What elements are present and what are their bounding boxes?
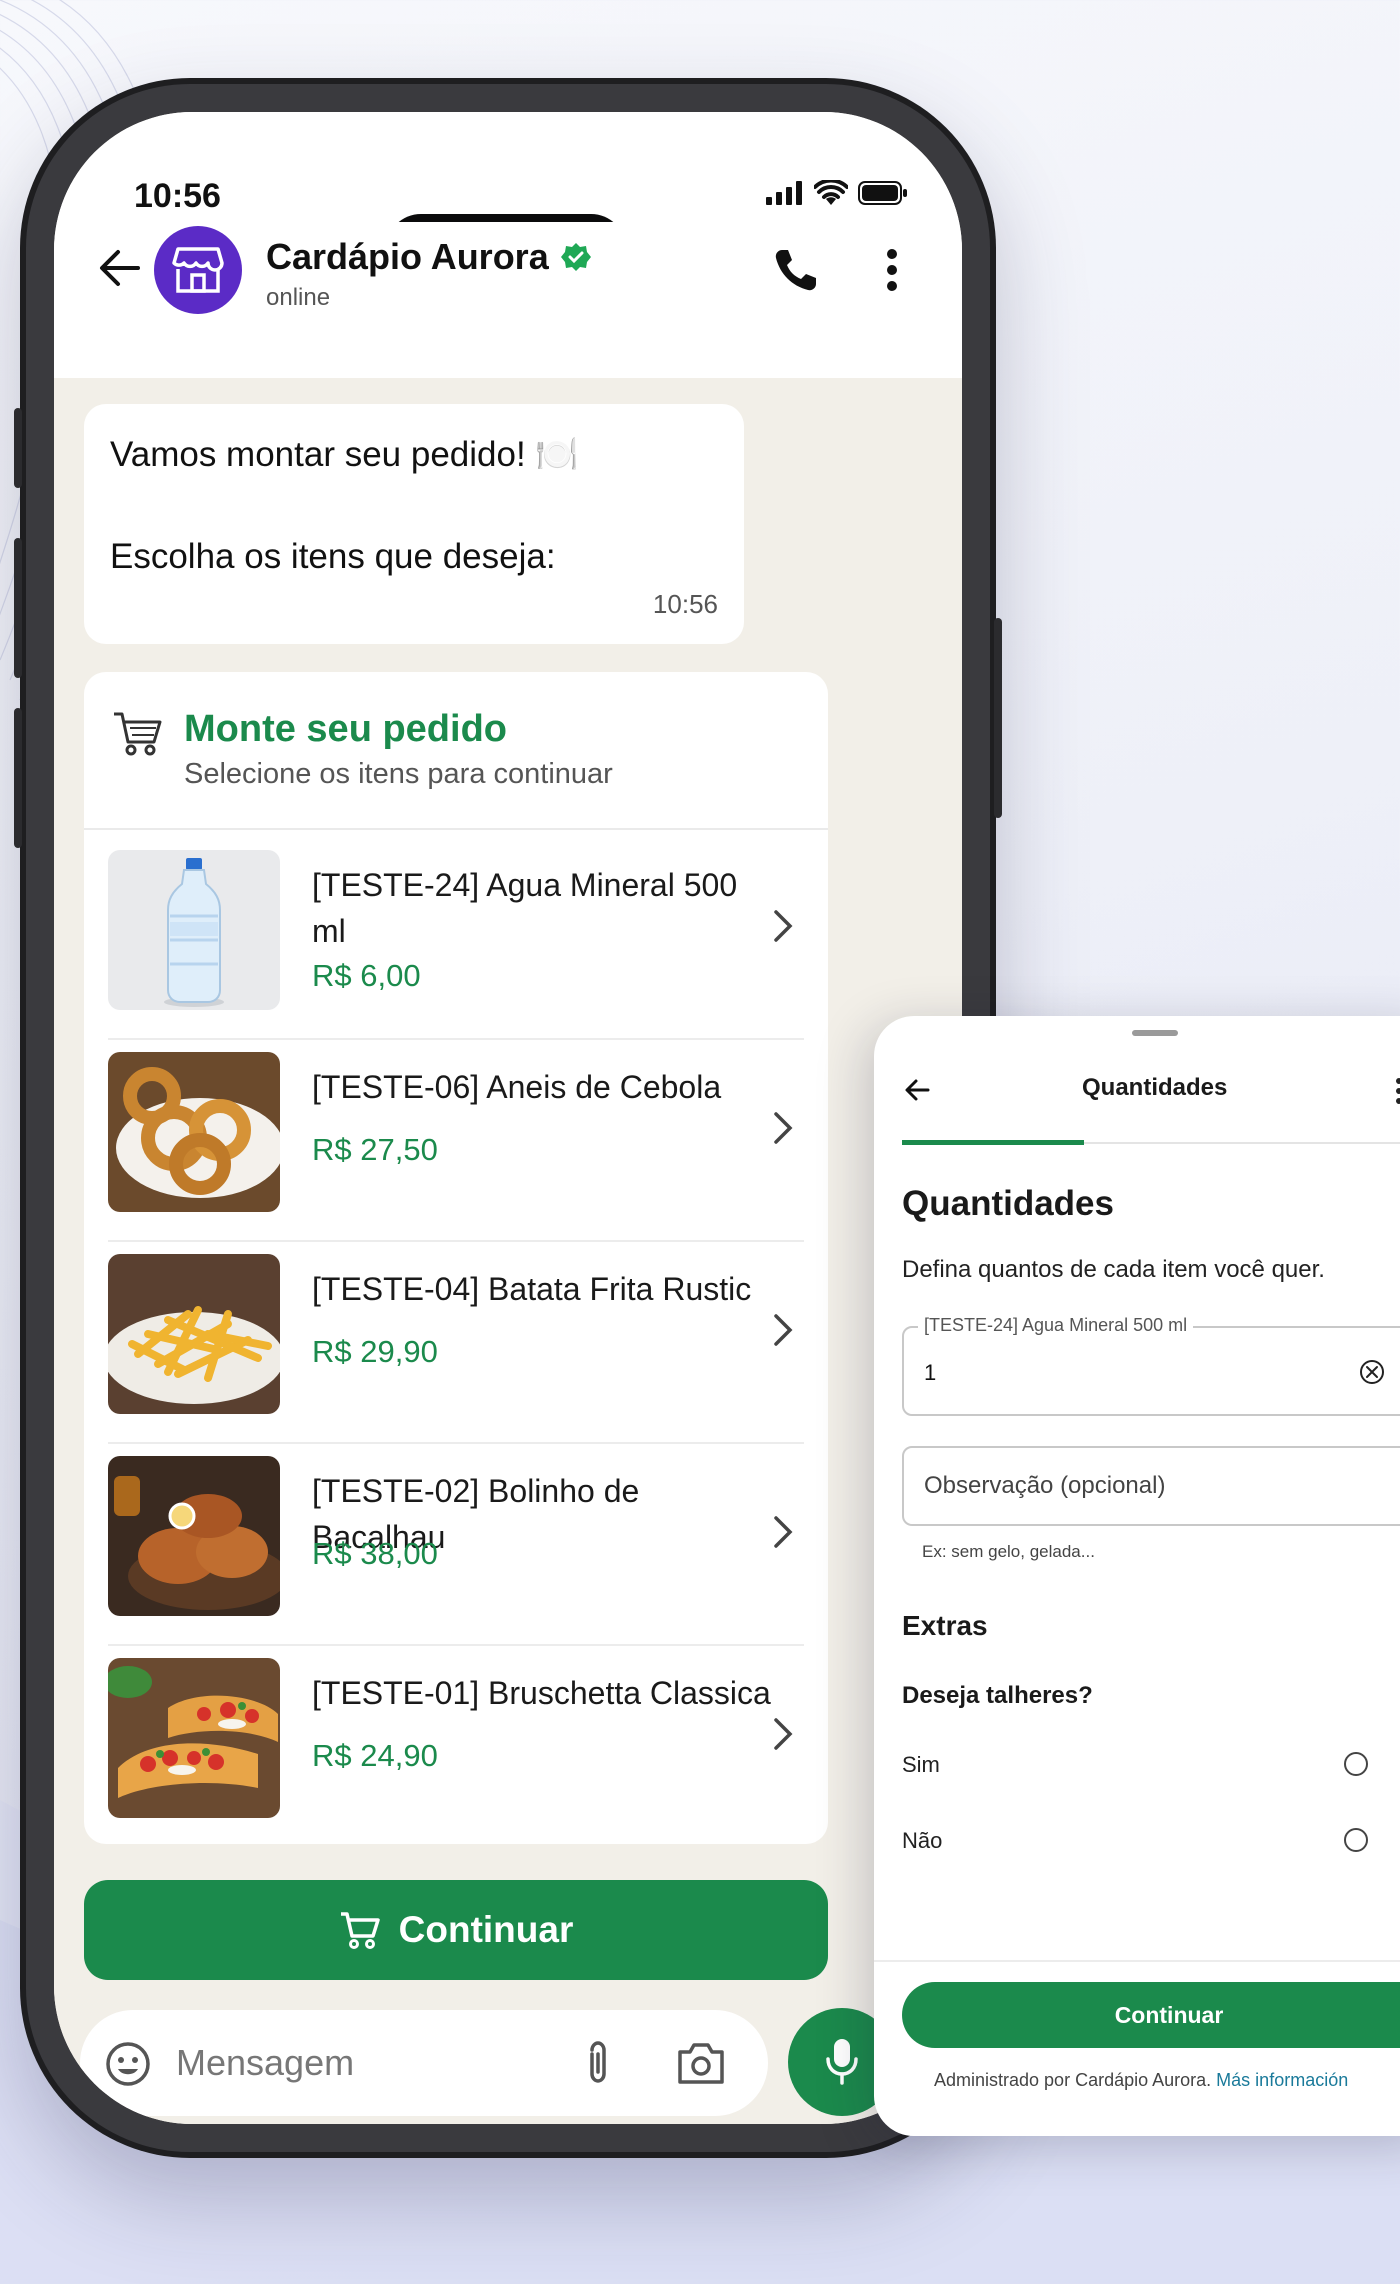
quantities-sheet: Quantidades Quantidades Defina quantos d… — [874, 1016, 1400, 2136]
note-field-hint: Ex: sem gelo, gelada... — [922, 1542, 1095, 1561]
message-bubble: Vamos montar seu pedido! 🍽️ Escolha os i… — [84, 404, 744, 644]
option-sim-label: Sim — [902, 1752, 940, 1777]
microphone-icon — [826, 2039, 858, 2085]
item-name: [TESTE-04] Batata Frita Rustic — [312, 1271, 752, 1307]
camera-icon[interactable] — [676, 2040, 726, 2086]
sheet-nav-title: Quantidades — [1082, 1074, 1228, 1101]
signal-icon — [766, 181, 802, 205]
message-line-1: Vamos montar seu pedido! 🍽️ — [110, 435, 579, 474]
progress-tab-indicator — [902, 1140, 1084, 1145]
contact-name: Cardápio Aurora — [266, 236, 549, 277]
menu-item[interactable]: [TESTE-02] Bolinho de Bacalhau R$ 38,00 — [108, 1456, 804, 1646]
status-time: 10:56 — [134, 177, 221, 215]
quantity-field[interactable]: [TESTE-24] Agua Mineral 500 ml 1 — [902, 1315, 1400, 1416]
extras-title: Extras — [902, 1610, 988, 1641]
menu-item[interactable]: [TESTE-06] Aneis de Cebola R$ 27,50 — [108, 1052, 804, 1242]
paperclip-icon[interactable] — [580, 2040, 616, 2088]
sheet-continue-button[interactable]: Continuar — [902, 1982, 1400, 2048]
clear-circle-icon[interactable] — [1358, 1358, 1386, 1386]
wifi-icon — [814, 180, 848, 205]
sheet-footer-divider — [874, 1960, 1400, 1962]
item-price: R$ 29,90 — [312, 1334, 438, 1369]
order-card-header: Monte seu pedido Selecione os itens para… — [84, 672, 828, 830]
back-arrow-icon[interactable] — [904, 1078, 930, 1102]
continue-button[interactable]: Continuar — [84, 1880, 828, 1980]
status-bar: 10:56 — [54, 112, 962, 222]
verified-badge-icon — [560, 243, 591, 271]
sheet-grabber[interactable] — [1132, 1030, 1178, 1036]
option-nao-label: Não — [902, 1828, 943, 1853]
battery-icon — [858, 181, 907, 205]
message-input-placeholder: Mensagem — [176, 2042, 355, 2083]
contact-status: online — [266, 284, 331, 311]
chevron-right-icon — [774, 1314, 793, 1346]
chevron-right-icon — [774, 1112, 793, 1144]
message-time: 10:56 — [652, 589, 718, 619]
continue-button-label: Continuar — [398, 1909, 574, 1950]
more-info-link[interactable]: Más información — [1216, 2070, 1348, 2090]
sheet-footer-text: Administrado por Cardápio Aurora. — [934, 2070, 1212, 2090]
order-card-title: Monte seu pedido — [184, 708, 507, 750]
phone-frame: 10:56 Cardápio Aurora online Vamos monta… — [14, 78, 1002, 2158]
cart-icon — [114, 712, 162, 756]
order-card: Monte seu pedido Selecione os itens para… — [84, 672, 828, 1844]
water-bottle-image — [108, 850, 280, 1010]
chevron-right-icon — [774, 910, 793, 942]
emoji-icon[interactable] — [104, 2040, 152, 2088]
chevron-right-icon — [774, 1718, 793, 1750]
volume-up-button — [14, 538, 22, 678]
note-field[interactable]: Observação (opcional) — [902, 1446, 1400, 1526]
item-price: R$ 24,90 — [312, 1738, 438, 1773]
contact-name-row[interactable]: Cardápio Aurora — [266, 236, 591, 278]
side-button — [994, 618, 1002, 818]
phone-screen: 10:56 Cardápio Aurora online Vamos monta… — [54, 112, 962, 2124]
volume-down-button — [14, 708, 22, 848]
menu-item[interactable]: [TESTE-01] Bruschetta Classica R$ 24,90 — [108, 1658, 804, 1828]
message-input[interactable]: Mensagem — [80, 2010, 768, 2116]
item-price: R$ 6,00 — [312, 958, 421, 993]
french-fries-image — [108, 1254, 280, 1414]
sheet-footer: Administrado por Cardápio Aurora. Más in… — [934, 2070, 1348, 2091]
sheet-continue-label: Continuar — [1114, 2001, 1224, 2028]
sheet-description: Defina quantos de cada item você quer. — [902, 1256, 1325, 1283]
cutlery-question: Deseja talheres? — [902, 1682, 1093, 1709]
item-name: [TESTE-06] Aneis de Cebola — [312, 1069, 722, 1105]
item-name: [TESTE-24] Agua Mineral 500 ml — [312, 867, 738, 949]
action-button — [14, 408, 22, 488]
onion-rings-image — [108, 1052, 280, 1212]
item-price: R$ 38,00 — [312, 1536, 438, 1571]
sheet-heading: Quantidades — [902, 1184, 1114, 1223]
quantity-field-label: [TESTE-24] Agua Mineral 500 ml — [918, 1315, 1194, 1336]
item-price: R$ 27,50 — [312, 1132, 438, 1167]
option-nao-radio[interactable] — [1344, 1828, 1368, 1852]
note-field-placeholder: Observação (opcional) — [924, 1472, 1166, 1499]
cart-icon — [340, 1912, 380, 1949]
kebab-menu-icon[interactable] — [884, 246, 900, 294]
back-arrow-icon[interactable] — [98, 248, 142, 288]
store-icon — [172, 247, 224, 293]
message-line-2: Escolha os itens que deseja: — [110, 537, 556, 576]
kebab-menu-icon[interactable] — [1394, 1076, 1400, 1106]
order-card-subtitle: Selecione os itens para continuar — [184, 758, 613, 790]
cod-fritters-image — [108, 1456, 280, 1616]
option-sim-radio[interactable] — [1344, 1752, 1368, 1776]
item-name: [TESTE-01] Bruschetta Classica — [312, 1675, 771, 1711]
quantity-field-value: 1 — [924, 1360, 937, 1385]
avatar[interactable] — [154, 226, 242, 314]
phone-icon[interactable] — [772, 246, 820, 294]
bruschetta-image — [108, 1658, 280, 1818]
chevron-right-icon — [774, 1516, 793, 1548]
menu-item[interactable]: [TESTE-04] Batata Frita Rustic R$ 29,90 — [108, 1254, 804, 1444]
menu-item[interactable]: [TESTE-24] Agua Mineral 500 ml R$ 6,00 — [108, 850, 804, 1040]
